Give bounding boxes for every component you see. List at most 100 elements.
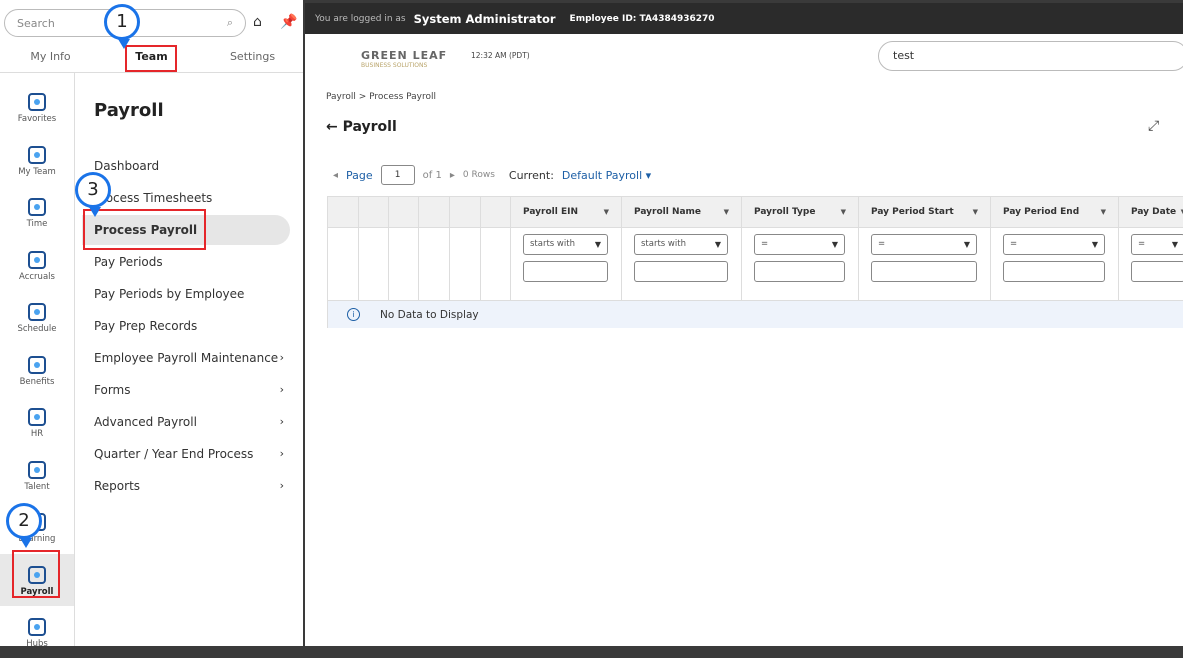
column-menu-icon[interactable]: ▼ <box>1101 197 1106 228</box>
hr-icon <box>28 408 46 426</box>
payroll-grid: i No Data to Display Payroll EIN ▼ starts w… <box>327 196 1183 328</box>
pin-icon[interactable]: 📌 <box>280 14 297 30</box>
current-view-dropdown[interactable]: Default Payroll ▾ <box>562 169 651 182</box>
column-menu-icon[interactable]: ▼ <box>604 197 609 228</box>
grid-column: Pay Period End ▼ = ▼ <box>990 197 1118 300</box>
filter-input[interactable] <box>523 261 608 282</box>
filter-input[interactable] <box>634 261 728 282</box>
main-content: You are logged in as System Administrato… <box>305 3 1183 646</box>
filter-operator-select[interactable]: = ▼ <box>754 234 845 255</box>
chevron-right-icon: › <box>279 351 284 364</box>
schedule-icon <box>28 303 46 321</box>
rail-item-hr[interactable]: HR <box>0 396 74 448</box>
current-label: Current: <box>508 168 554 182</box>
top-bar: You are logged in as System Administrato… <box>305 3 1183 34</box>
breadcrumb[interactable]: Payroll > Process Payroll <box>326 92 436 102</box>
column-header[interactable]: Pay Period End ▼ <box>991 197 1118 228</box>
my-team-icon <box>28 145 46 164</box>
page-title: ← Payroll <box>326 119 397 135</box>
grid-utility-column <box>480 197 510 300</box>
menu-title: Payroll <box>94 100 164 121</box>
page-count: of 1 <box>422 169 442 181</box>
chevron-right-icon: › <box>279 447 284 460</box>
user-name: System Administrator <box>413 11 556 26</box>
pager: ◂ Page 1 of 1 ▸ 0 Rows Current: Default … <box>333 165 651 185</box>
search-icon[interactable]: ⌕ <box>227 16 233 30</box>
filter-operator-select[interactable]: = ▼ <box>871 234 977 255</box>
menu-item-pay-periods[interactable]: Pay Periods <box>82 247 290 277</box>
column-menu-icon[interactable]: ▼ <box>841 197 846 228</box>
annotation-box-payroll <box>12 550 60 598</box>
chevron-right-icon: › <box>279 415 284 428</box>
accruals-icon <box>28 250 46 269</box>
menu-item-dashboard[interactable]: Dashboard <box>82 151 290 181</box>
filter-operator-select[interactable]: starts with ▼ <box>523 234 608 255</box>
menu-item-forms[interactable]: Forms › <box>82 375 290 405</box>
tab-settings[interactable]: Settings <box>202 44 303 72</box>
column-header[interactable]: Payroll Name ▼ <box>622 197 741 228</box>
chevron-right-icon: › <box>279 383 284 396</box>
talent-icon <box>28 460 46 479</box>
filter-input[interactable] <box>1131 261 1183 282</box>
rail-item-favorites[interactable]: Favorites <box>0 81 74 133</box>
menu-item-reports[interactable]: Reports › <box>82 471 290 501</box>
no-data-row: i No Data to Display <box>328 300 1183 328</box>
time-icon <box>28 198 46 216</box>
annotation-box-process-payroll <box>83 209 206 250</box>
menu-item-pay-prep-records[interactable]: Pay Prep Records <box>82 311 290 341</box>
row-count: 0 Rows <box>462 170 495 180</box>
favorites-icon <box>28 93 46 111</box>
rail-item-benefits[interactable]: Benefits <box>0 344 74 396</box>
next-page-icon[interactable]: ▸ <box>450 170 455 181</box>
rail-item-time[interactable]: Time <box>0 186 74 238</box>
rail-item-talent[interactable]: Talent <box>0 449 74 501</box>
rail-item-hubs[interactable]: Hubs <box>0 606 74 658</box>
grid-utility-column <box>388 197 418 300</box>
tab-my-info[interactable]: My Info <box>0 44 101 72</box>
page-label: Page <box>346 168 373 182</box>
filter-operator-select[interactable]: starts with ▼ <box>634 234 728 255</box>
filter-operator-select[interactable]: = ▼ <box>1131 234 1183 255</box>
grid-column: Payroll Type ▼ = ▼ <box>741 197 858 300</box>
annotation-box-team <box>125 45 177 72</box>
employee-id: Employee ID: TA4384936270 <box>569 13 715 24</box>
column-header[interactable]: Payroll EIN ▼ <box>511 197 621 228</box>
annotation-marker-3: 3 <box>75 172 111 217</box>
column-header[interactable]: Pay Date▼ <box>1119 197 1183 228</box>
company-logo: GREEN LEAF BUSINESS SOLUTIONS <box>361 49 448 69</box>
column-header[interactable]: Payroll Type ▼ <box>742 197 858 228</box>
grid-utility-column <box>449 197 479 300</box>
grid-utility-column <box>358 197 388 300</box>
expand-icon[interactable]: ⤢ <box>1148 118 1159 134</box>
column-menu-icon[interactable]: ▼ <box>973 197 978 228</box>
filter-input[interactable] <box>1003 261 1105 282</box>
logged-in-label: You are logged in as <box>315 13 406 24</box>
filter-input[interactable] <box>754 261 845 282</box>
grid-column: Pay Period Start ▼ = ▼ <box>858 197 990 300</box>
hubs-icon <box>28 618 46 636</box>
menu-item-pay-periods-by-employee[interactable]: Pay Periods by Employee <box>82 279 290 309</box>
payroll-menu: Payroll Dashboard Process Timesheets Proce… <box>75 73 303 646</box>
menu-item-employee-payroll-maintenance[interactable]: Employee Payroll Maintenance › <box>82 343 290 373</box>
prev-page-icon[interactable]: ◂ <box>333 170 338 181</box>
rail-item-accruals[interactable]: Accruals <box>0 239 74 291</box>
page-input[interactable]: 1 <box>380 165 415 185</box>
grid-column: Payroll Name ▼ starts with ▼ <box>621 197 741 300</box>
clock: 12:32 AM (PDT) <box>471 51 530 60</box>
grid-column: Payroll EIN ▼ starts with ▼ <box>510 197 621 300</box>
info-icon: i <box>347 308 360 321</box>
grid-utility-column <box>418 197 448 300</box>
rail-item-my-team[interactable]: My Team <box>0 134 74 186</box>
annotation-marker-2: 2 <box>6 503 42 548</box>
benefits-icon <box>28 355 46 374</box>
menu-item-advanced-payroll[interactable]: Advanced Payroll › <box>82 407 290 437</box>
filter-operator-select[interactable]: = ▼ <box>1003 234 1105 255</box>
global-search-input[interactable]: test <box>878 41 1183 71</box>
home-icon[interactable]: ⌂ <box>253 14 262 30</box>
filter-input[interactable] <box>871 261 977 282</box>
back-arrow-icon[interactable]: ← <box>326 119 343 135</box>
column-header[interactable]: Pay Period Start ▼ <box>859 197 990 228</box>
column-menu-icon[interactable]: ▼ <box>724 197 729 228</box>
rail-item-schedule[interactable]: Schedule <box>0 291 74 343</box>
menu-item-quarter-year-end-process[interactable]: Quarter / Year End Process › <box>82 439 290 469</box>
